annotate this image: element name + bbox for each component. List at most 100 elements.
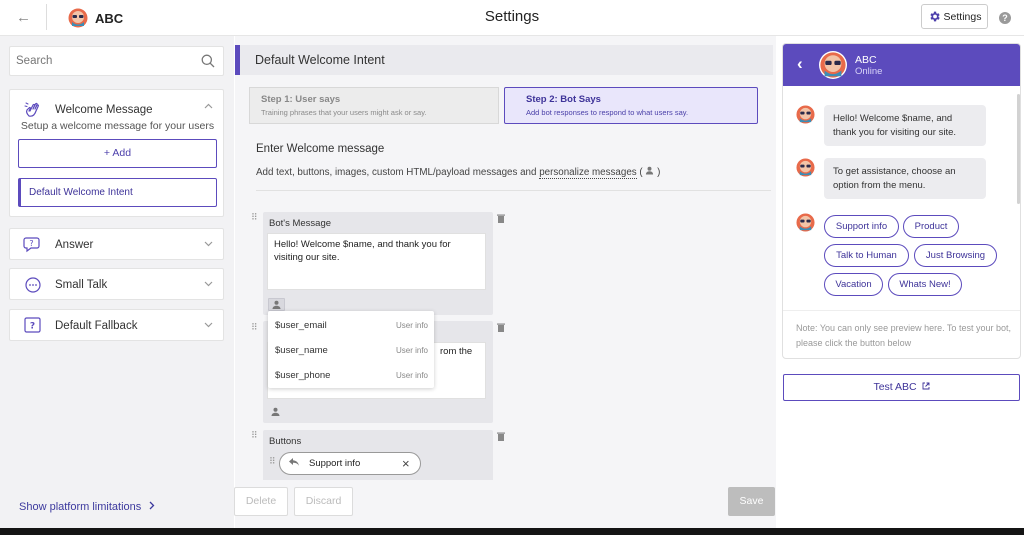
search-icon[interactable] [201, 54, 215, 68]
question-box-icon: ? [24, 317, 41, 333]
settings-button[interactable]: Settings [921, 4, 988, 29]
chat-bubble-icon [25, 277, 41, 293]
sidebar-item-label: Small Talk [55, 279, 108, 291]
quick-reply-label: Support info [309, 458, 361, 469]
person-icon [272, 300, 281, 309]
trash-icon[interactable] [497, 214, 505, 223]
bot-message-input[interactable]: Hello! Welcome $name, and thank you for … [267, 233, 486, 290]
dropdown-item-user-email[interactable]: $user_email [275, 320, 327, 331]
platform-limitations-label: Show platform limitations [19, 501, 142, 513]
discard-button[interactable]: Discard [294, 487, 353, 516]
intent-header: Default Welcome Intent [235, 45, 773, 75]
sidebar-item-label: Default Fallback [55, 320, 138, 332]
chat-bot-status: Online [855, 66, 883, 77]
chevron-down-icon[interactable] [204, 322, 213, 328]
bot-avatar [819, 51, 847, 79]
divider [256, 190, 771, 191]
window-bottom-edge [0, 528, 1024, 535]
intent-editor: Default Welcome Intent Step 1: User says… [235, 36, 776, 528]
personalize-button[interactable] [268, 298, 285, 311]
dropdown-item-tag: User info [395, 346, 428, 355]
chat-preview: ‹ ABC Online Hello! Welcome $name, and t… [782, 43, 1021, 359]
platform-limitations-link[interactable]: Show platform limitations [19, 501, 156, 513]
sidebar-item-default-fallback[interactable]: ? Default Fallback [9, 309, 224, 341]
search-input[interactable]: Search [9, 46, 224, 76]
step-user-says[interactable]: Step 1: User says Training phrases that … [249, 87, 499, 124]
dropdown-item-user-phone[interactable]: $user_phone [275, 370, 330, 381]
welcome-message-description: Setup a welcome message for your users [20, 120, 215, 132]
personalize-messages-link[interactable]: personalize messages [539, 167, 637, 179]
person-icon [271, 407, 280, 416]
section-description: Add text, buttons, images, custom HTML/p… [256, 166, 661, 179]
trash-icon[interactable] [497, 432, 505, 441]
paren-close: ) [657, 167, 661, 178]
add-intent-button[interactable]: + Add [18, 139, 217, 168]
quick-reply-button[interactable]: Support info [824, 215, 899, 238]
scrollbar[interactable] [1017, 94, 1020, 204]
chevron-down-icon[interactable] [204, 241, 213, 247]
quick-reply-button[interactable]: Vacation [824, 273, 883, 296]
drag-handle-icon[interactable]: ⠿ [269, 456, 276, 467]
chevron-up-icon[interactable] [204, 103, 213, 109]
bot-avatar-icon [796, 105, 815, 124]
paren-open: ( [639, 167, 643, 178]
save-button[interactable]: Save [728, 487, 775, 516]
chevron-left-icon[interactable]: ‹ [797, 54, 803, 74]
quick-reply-button[interactable]: Whats New! [888, 273, 962, 296]
test-bot-button[interactable]: Test ABC [783, 374, 1020, 401]
step2-subtitle: Add bot responses to respond to what use… [526, 108, 689, 117]
reply-icon [289, 458, 299, 466]
svg-text:?: ? [29, 239, 33, 248]
drag-handle-icon[interactable]: ⠿ [251, 212, 258, 223]
message-text: rom the [440, 346, 473, 357]
svg-text:?: ? [30, 322, 35, 332]
sidebar: Search Welcome Message Setup a welcome m… [0, 36, 234, 528]
sidebar-item-answer[interactable]: ? Answer [9, 228, 224, 260]
person-icon [646, 166, 654, 175]
settings-label: Settings [943, 10, 982, 23]
section-desc-text: Add text, buttons, images, custom HTML/p… [256, 167, 537, 178]
preview-note: Note: You can only see preview here. To … [796, 323, 1011, 348]
bot-avatar-icon [796, 213, 815, 232]
bot-avatar-icon [820, 52, 846, 78]
divider [783, 310, 1020, 311]
chat-header: ‹ ABC Online [783, 44, 1020, 86]
dropdown-item-tag: User info [395, 371, 428, 380]
quick-reply-button[interactable]: Product [903, 215, 959, 238]
help-icon[interactable]: ? [999, 12, 1011, 24]
sidebar-item-label: Answer [55, 239, 94, 251]
default-welcome-intent-item[interactable]: Default Welcome Intent [18, 178, 217, 207]
delete-button[interactable]: Delete [234, 487, 288, 516]
personalize-button[interactable] [268, 406, 285, 419]
quick-reply-button[interactable]: Talk to Human [824, 244, 909, 267]
bot-message-card: Bot's Message Hello! Welcome $name, and … [263, 212, 493, 315]
waving-hand-icon [24, 102, 39, 117]
bot-avatar-icon [796, 158, 815, 177]
welcome-message-label[interactable]: Welcome Message [55, 104, 153, 116]
chevron-right-icon [149, 501, 155, 510]
step-bot-says[interactable]: Step 2: Bot Says Add bot responses to re… [504, 87, 758, 124]
drag-handle-icon[interactable]: ⠿ [251, 430, 258, 441]
step1-subtitle: Training phrases that your users might a… [261, 108, 427, 117]
drag-handle-icon[interactable]: ⠿ [251, 322, 258, 333]
close-icon[interactable]: × [402, 456, 410, 471]
bot-message-bubble: Hello! Welcome $name, and thank you for … [824, 105, 986, 146]
step1-title: Step 1: User says [261, 94, 341, 105]
dropdown-item-user-name[interactable]: $user_name [275, 345, 328, 356]
step2-title: Step 2: Bot Says [526, 94, 601, 105]
welcome-message-panel: Welcome Message Setup a welcome message … [9, 89, 224, 217]
chat-question-icon: ? [23, 237, 40, 253]
chat-bot-name: ABC [855, 54, 877, 66]
quick-reply-chip[interactable]: Support info × [279, 452, 421, 475]
sidebar-item-small-talk[interactable]: Small Talk [9, 268, 224, 300]
search-placeholder: Search [16, 55, 53, 67]
top-bar: ← ABC Settings Settings ? [0, 0, 1024, 36]
intent-title: Default Welcome Intent [255, 53, 385, 67]
page-title: Settings [484, 8, 540, 25]
section-title: Enter Welcome message [256, 143, 385, 155]
quick-reply-button[interactable]: Just Browsing [914, 244, 997, 267]
trash-icon[interactable] [497, 323, 505, 332]
bot-message-bubble: To get assistance, choose an option from… [824, 158, 986, 199]
chevron-down-icon[interactable] [204, 281, 213, 287]
personalize-dropdown: $user_email User info $user_name User in… [268, 311, 434, 388]
